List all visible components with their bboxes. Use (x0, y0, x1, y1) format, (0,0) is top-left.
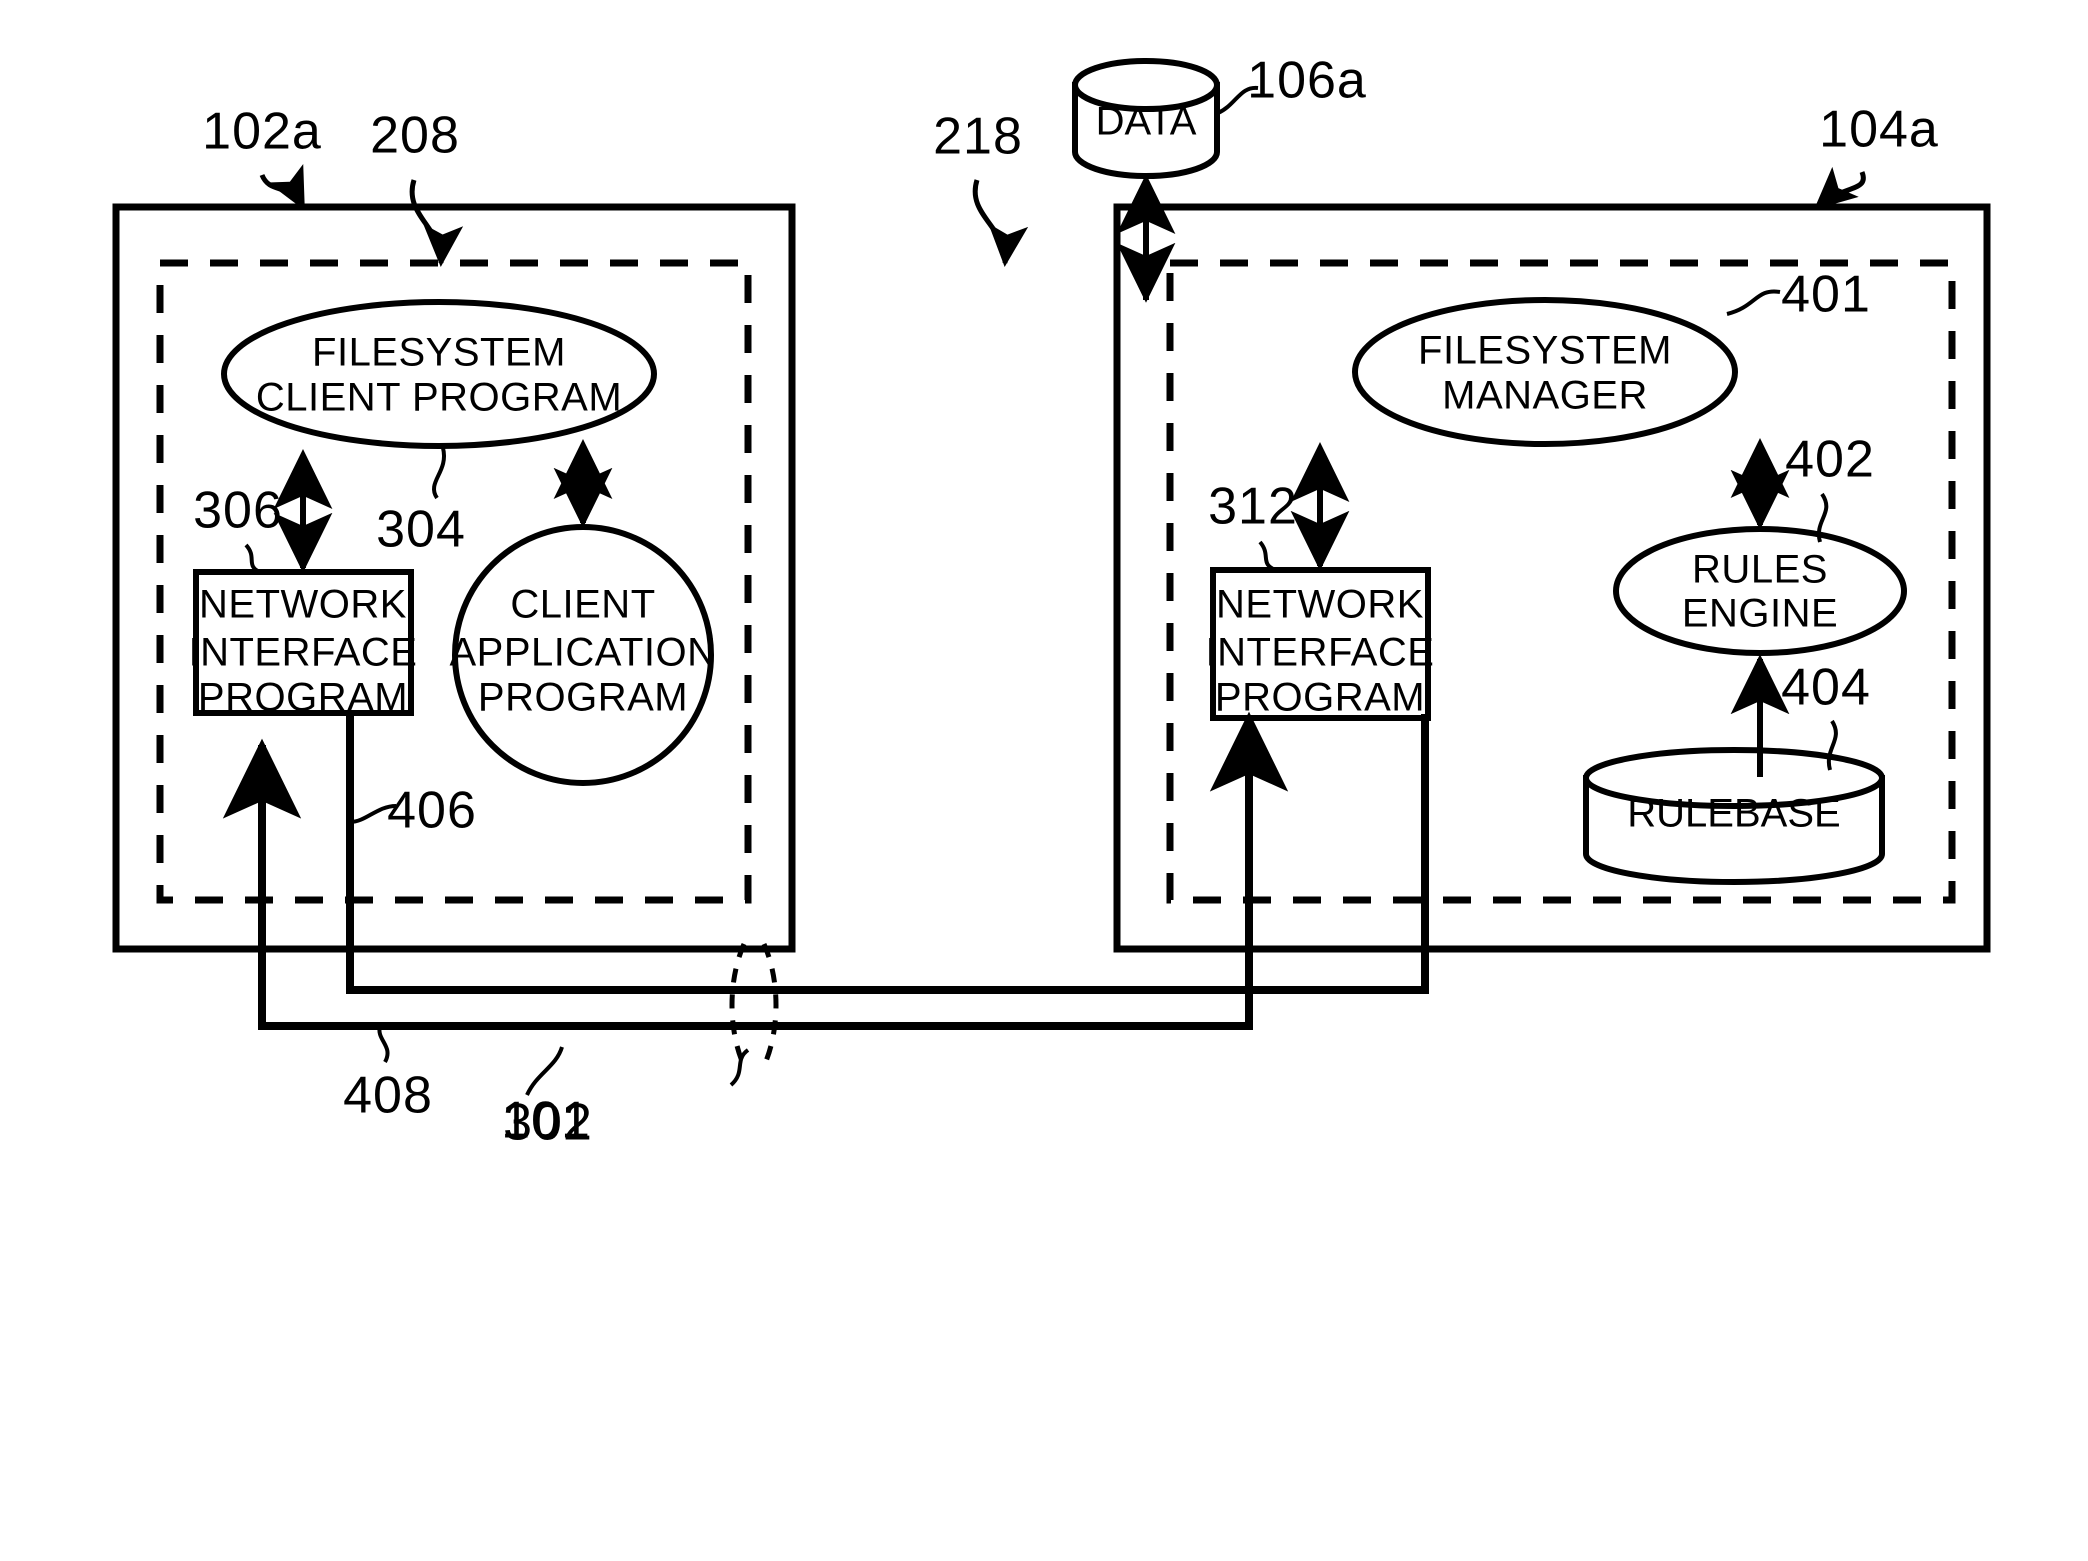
right-network-interface-program-label-line3: PROGRAM (1215, 676, 1425, 720)
figure-canvas: FILESYSTEM CLIENT PROGRAM NETWORK INTERF… (0, 0, 2088, 1561)
ref-312: 312 (1208, 478, 1298, 573)
ref-label-104a: 104a (1819, 101, 1939, 159)
right-network-interface-program-label-line1: NETWORK (1216, 583, 1424, 627)
ref-label-306: 306 (193, 482, 283, 540)
ref-leader-408 (377, 1025, 390, 1063)
filesystem-manager-label-line2: MANAGER (1442, 374, 1648, 418)
ref-leader-306 (244, 543, 263, 575)
ref-leader-304 (432, 447, 447, 500)
ref-106a: 106a (1217, 52, 1367, 115)
rulebase-node[interactable]: RULEBASE (1583, 747, 1885, 885)
ref-leader-302 (525, 1046, 564, 1096)
patent-diagram: FILESYSTEM CLIENT PROGRAM NETWORK INTERF… (112, 52, 1991, 1152)
ref-306: 306 (193, 482, 283, 575)
ref-101: 101 (501, 1048, 750, 1150)
filesystem-client-program-label-line1: FILESYSTEM (312, 331, 566, 375)
ref-leader-104a (1813, 166, 1866, 210)
ref-402: 402 (1785, 431, 1875, 543)
data-store-node[interactable]: DATA (1072, 58, 1220, 179)
ref-leader-102a (259, 164, 306, 211)
right-network-interface-program-label-line2: INTERFACE (1206, 631, 1435, 675)
filesystem-manager-node[interactable]: FILESYSTEM MANAGER (1352, 297, 1738, 447)
left-network-interface-program-label-line3: PROGRAM (198, 676, 408, 720)
ref-label-406: 406 (387, 782, 477, 840)
filesystem-manager-label-line1: FILESYSTEM (1418, 329, 1672, 373)
ref-label-402: 402 (1785, 431, 1875, 489)
ref-label-106a: 106a (1247, 52, 1367, 110)
ref-label-101: 101 (501, 1092, 591, 1150)
network-break-right-arc (761, 942, 779, 1068)
ref-102a: 102a (202, 103, 322, 211)
ref-label-218: 218 (933, 108, 1023, 166)
rules-engine-node[interactable]: RULES ENGINE (1613, 526, 1907, 656)
rules-engine-label-line1: RULES (1692, 548, 1828, 592)
rules-engine-label-line2: ENGINE (1682, 592, 1838, 636)
ref-label-102a: 102a (202, 103, 322, 161)
ref-401: 401 (1726, 266, 1871, 324)
network-break-left-arc (729, 942, 747, 1068)
ref-208: 208 (370, 107, 464, 267)
client-application-program-label-line2: APPLICATION (449, 631, 716, 675)
client-application-program-label-line1: CLIENT (510, 583, 655, 627)
left-network-interface-program-node[interactable]: NETWORK INTERFACE PROGRAM (189, 569, 418, 720)
rulebase-label: RULEBASE (1627, 792, 1840, 836)
ref-leader-208 (409, 179, 464, 267)
ref-label-208: 208 (370, 107, 460, 165)
ref-label-312: 312 (1208, 478, 1298, 536)
ref-label-304: 304 (376, 501, 466, 559)
ref-leader-401 (1726, 289, 1781, 316)
ref-406: 406 (349, 782, 477, 840)
client-application-program-label-line3: PROGRAM (478, 676, 688, 720)
left-network-interface-program-label-line2: INTERFACE (189, 631, 418, 675)
filesystem-client-program-node[interactable]: FILESYSTEM CLIENT PROGRAM (221, 299, 657, 449)
ref-leader-312 (1258, 540, 1279, 573)
ref-label-401: 401 (1781, 266, 1871, 324)
network-link-408-path (222, 718, 1253, 1030)
left-network-interface-program-label-line1: NETWORK (199, 583, 407, 627)
data-store-label: DATA (1096, 100, 1197, 144)
client-application-program-node[interactable]: CLIENT APPLICATION PROGRAM (449, 524, 716, 786)
ref-304: 304 (376, 447, 466, 559)
ref-218: 218 (933, 108, 1029, 267)
ref-104a: 104a (1813, 101, 1939, 210)
ref-label-404: 404 (1781, 659, 1871, 717)
right-network-interface-program-node[interactable]: NETWORK INTERFACE PROGRAM (1206, 567, 1435, 721)
filesystem-client-program-label-line2: CLIENT PROGRAM (256, 376, 622, 420)
ref-label-408: 408 (343, 1067, 433, 1125)
network-connection-lines (222, 711, 1429, 1068)
ref-408: 408 (343, 1025, 433, 1125)
ref-leader-218 (972, 179, 1029, 267)
